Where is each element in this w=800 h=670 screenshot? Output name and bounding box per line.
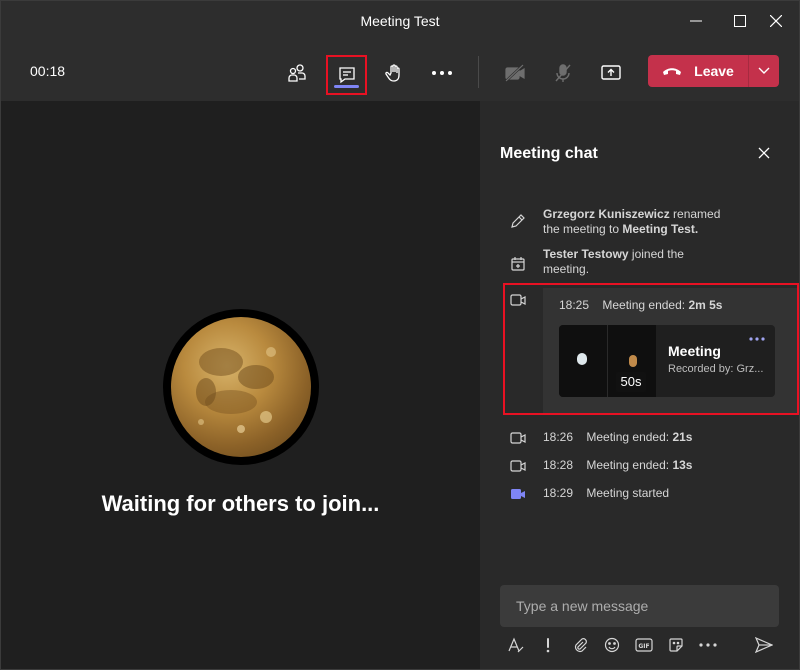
close-icon (758, 147, 770, 159)
video-icon (508, 456, 528, 476)
event-duration: 21s (672, 430, 693, 444)
meeting-stage: Waiting for others to join... (1, 101, 480, 669)
camera-toggle-button[interactable] (495, 53, 535, 93)
recording-event-header: 18:25 Meeting ended: 2m 5s (559, 298, 722, 312)
send-button[interactable] (752, 633, 776, 657)
raise-hand-icon (385, 64, 400, 82)
event-verb: renamed (669, 207, 721, 221)
chat-button[interactable] (326, 55, 367, 95)
emoji-button[interactable] (600, 633, 624, 657)
attach-icon (574, 638, 587, 653)
recording-title: Meeting (668, 343, 721, 359)
sticker-button[interactable] (664, 633, 688, 657)
mic-toggle-button[interactable] (543, 53, 583, 93)
event-duration: 13s (672, 458, 693, 472)
more-icon (432, 71, 452, 75)
moon-surface-icon (196, 347, 276, 433)
participant-thumb-icon (629, 355, 637, 367)
meeting-timer: 00:18 (30, 63, 66, 79)
recorded-by-text: Recorded by: Grz... (668, 363, 764, 375)
waiting-message: Waiting for others to join... (101, 491, 380, 516)
people-icon (288, 64, 306, 82)
people-button[interactable] (277, 53, 317, 93)
leave-options-button[interactable] (749, 55, 779, 87)
more-icon (749, 337, 765, 341)
minimize-icon (690, 20, 702, 22)
camera-off-icon (505, 64, 525, 82)
important-button[interactable] (536, 633, 560, 657)
more-options-button[interactable] (696, 633, 720, 657)
share-screen-icon (601, 65, 621, 80)
avatar (163, 309, 319, 465)
video-filled-icon (508, 484, 528, 504)
compose-toolbar: GIF (480, 633, 799, 661)
leave-button-group: Leave (648, 55, 779, 87)
toolbar-divider (478, 56, 479, 88)
leave-button[interactable]: Leave (648, 55, 748, 87)
active-tab-indicator (334, 85, 359, 88)
moon-avatar-image (171, 317, 311, 457)
calendar-join-icon (508, 254, 528, 274)
format-button[interactable] (504, 633, 528, 657)
important-icon (546, 638, 550, 653)
event-label: Meeting started (586, 486, 670, 500)
more-icon (699, 643, 717, 647)
chat-icon (338, 67, 355, 84)
message-compose-box[interactable]: Type a new message (500, 585, 779, 627)
meeting-toolbar: 00:18 Leave (1, 41, 799, 101)
thumbnail-divider (607, 325, 608, 397)
event-text: 18:29 Meeting started (543, 486, 743, 501)
teams-meeting-window: Meeting Test 00:18 Leave Waiting for oth… (0, 0, 800, 670)
phone-hangup-icon (663, 68, 682, 75)
event-time: 18:29 (543, 486, 574, 500)
event-text: 18:26 Meeting ended: 21s (543, 430, 743, 445)
mic-off-icon (555, 64, 571, 82)
maximize-icon (734, 15, 746, 27)
event-duration: 2m 5s (688, 298, 723, 312)
attach-button[interactable] (568, 633, 592, 657)
event-text-cont: meeting. (543, 262, 590, 276)
recording-card[interactable]: 50s Meeting Recorded by: Grz... (559, 325, 775, 397)
svg-text:GIF: GIF (638, 643, 649, 650)
gif-button[interactable]: GIF (632, 633, 656, 657)
gif-icon: GIF (635, 638, 653, 652)
recording-thumbnail[interactable]: 50s (559, 325, 656, 397)
event-label: Meeting ended: (586, 430, 673, 444)
panel-title: Meeting chat (500, 145, 598, 162)
chevron-down-icon (758, 67, 770, 74)
event-text: 18:28 Meeting ended: 13s (543, 458, 743, 473)
format-icon (508, 637, 524, 653)
send-icon (755, 637, 773, 653)
emoji-icon (604, 637, 620, 653)
minimize-button[interactable] (673, 1, 719, 41)
close-chat-button[interactable] (752, 141, 776, 165)
event-text: Grzegorz Kuniszewicz renamed the meeting… (543, 207, 743, 237)
close-window-button[interactable] (753, 1, 799, 41)
event-actor: Grzegorz Kuniszewicz (543, 207, 670, 221)
event-target: Meeting Test. (622, 222, 699, 236)
participant-thumb-icon (577, 353, 587, 365)
compose-placeholder: Type a new message (516, 598, 649, 614)
recording-event-card[interactable]: 18:25 Meeting ended: 2m 5s 50s Meeting R… (543, 288, 797, 413)
event-text: Tester Testowy joined the meeting. (543, 247, 743, 277)
recording-more-button[interactable] (745, 329, 769, 349)
event-time: 18:26 (543, 430, 574, 444)
sticker-icon (669, 638, 683, 652)
event-label: Meeting ended: (602, 298, 689, 312)
recording-duration-badge: 50s (616, 372, 646, 392)
event-time: 18:28 (543, 458, 574, 472)
event-verb: joined the (628, 247, 684, 261)
video-icon (508, 428, 528, 448)
event-actor: Tester Testowy (543, 247, 629, 261)
raise-hand-button[interactable] (374, 53, 414, 93)
title-bar: Meeting Test (1, 1, 799, 41)
close-icon (770, 15, 782, 27)
share-screen-button[interactable] (591, 53, 631, 93)
event-label: Meeting ended: (586, 458, 673, 472)
more-actions-button[interactable] (422, 53, 462, 93)
pencil-icon (508, 211, 528, 231)
event-time: 18:25 (559, 298, 590, 312)
event-text-cont: the meeting to (543, 222, 623, 236)
leave-label: Leave (694, 63, 734, 79)
